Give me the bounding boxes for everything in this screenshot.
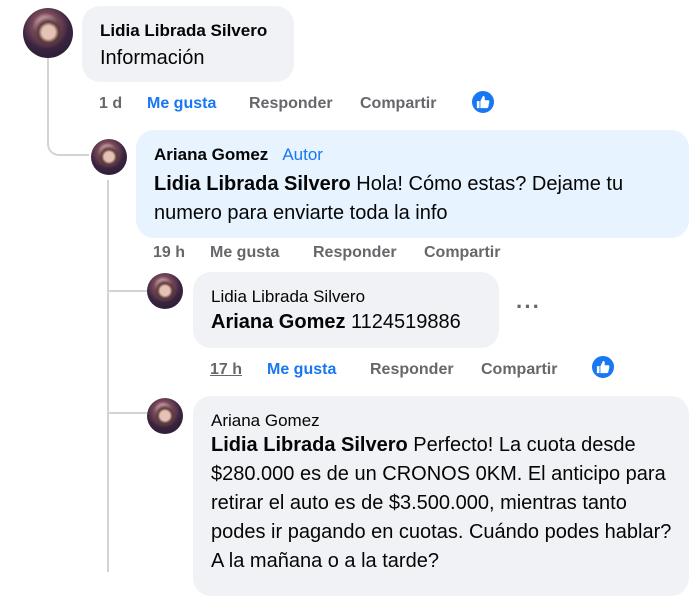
reply-button[interactable]: Responder: [313, 244, 397, 262]
comment-body: 1124519886: [345, 311, 461, 333]
like-button[interactable]: Me gusta: [147, 95, 216, 113]
avatar[interactable]: [91, 139, 127, 175]
comment-text: Lidia Librada Silvero Hola! Cómo estas? …: [154, 170, 669, 228]
reply-button[interactable]: Responder: [249, 95, 333, 113]
thread-line: [47, 58, 49, 98]
share-button[interactable]: Compartir: [360, 95, 436, 113]
like-button[interactable]: Me gusta: [210, 244, 279, 262]
mention-link[interactable]: Lidia Librada Silvero: [211, 434, 408, 456]
thread-line: [107, 180, 109, 572]
like-button[interactable]: Me gusta: [267, 361, 336, 379]
comment-time[interactable]: 1 d: [99, 95, 122, 113]
comment-bubble: Lidia Librada Silvero Ariana Gomez 11245…: [193, 272, 499, 348]
avatar[interactable]: [147, 398, 183, 434]
comment-author[interactable]: Lidia Librada Silvero: [100, 21, 267, 41]
thread-connector: [107, 290, 147, 292]
comment-header: Ariana Gomez Autor: [154, 145, 323, 165]
mention-link[interactable]: Ariana Gomez: [211, 311, 345, 333]
like-thumb-icon[interactable]: [470, 89, 496, 115]
mention-link[interactable]: Lidia Librada Silvero: [154, 173, 351, 195]
comment-bubble: Ariana Gomez Lidia Librada Silvero Perfe…: [193, 396, 689, 596]
comment-text: Información: [100, 47, 205, 69]
avatar[interactable]: [147, 273, 183, 309]
avatar[interactable]: [23, 8, 73, 58]
share-button[interactable]: Compartir: [481, 361, 557, 379]
comment-bubble: Ariana Gomez Autor Lidia Librada Silvero …: [136, 130, 689, 238]
thread-connector: [107, 412, 147, 414]
reply-button[interactable]: Responder: [370, 361, 454, 379]
comment-author[interactable]: Ariana Gomez: [211, 411, 320, 431]
share-button[interactable]: Compartir: [424, 244, 500, 262]
author-badge: Autor: [282, 145, 323, 164]
comment-bubble: Lidia Librada Silvero Información: [82, 6, 294, 82]
comment-time[interactable]: 19 h: [153, 244, 185, 262]
like-thumb-icon[interactable]: [590, 354, 616, 380]
comment-text: Ariana Gomez 1124519886: [211, 308, 461, 337]
comment-time[interactable]: 17 h: [210, 361, 242, 379]
comment-author[interactable]: Ariana Gomez: [154, 145, 268, 164]
comment-text: Lidia Librada Silvero Perfecto! La cuota…: [211, 431, 681, 576]
thread-connector: [47, 96, 89, 156]
more-options-icon[interactable]: ···: [516, 294, 541, 320]
comment-author[interactable]: Lidia Librada Silvero: [211, 287, 365, 307]
